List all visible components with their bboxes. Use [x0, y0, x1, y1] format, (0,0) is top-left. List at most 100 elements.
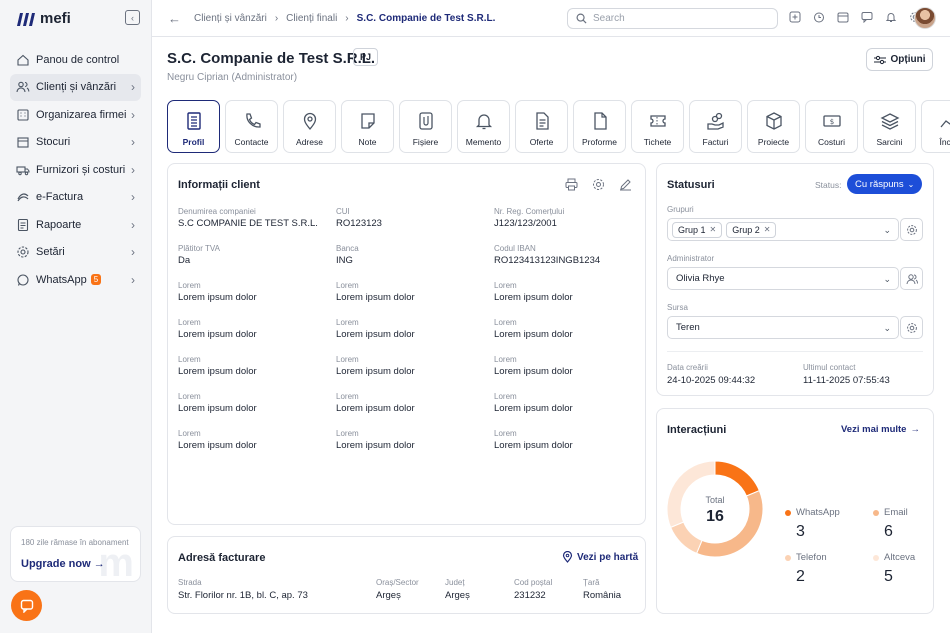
groups-select[interactable]: Grup 1 ✕ Grup 2 ✕ ⌄ [667, 218, 899, 241]
tab-offers[interactable]: Oferte [515, 100, 568, 153]
field-label: Lorem [336, 429, 359, 438]
tab-files[interactable]: Fișiere [399, 100, 452, 153]
tab-contacts[interactable]: Contacte [225, 100, 278, 153]
admin-users-button[interactable] [900, 267, 923, 290]
map-pin-icon [562, 551, 573, 563]
field-label: Plătitor TVA [178, 244, 220, 253]
edit-icon[interactable] [619, 178, 632, 194]
tab-tickets[interactable]: Tichete [631, 100, 684, 153]
tab-tasks[interactable]: Sarcini [863, 100, 916, 153]
field-label: Lorem [336, 281, 359, 290]
statuses-card: Statusuri Status: Cu răspuns ⌄ Grupuri G… [656, 163, 934, 396]
donut-slice [714, 461, 760, 497]
sidebar-item-label: Panou de control [36, 53, 120, 66]
legend-label: WhatsApp [796, 507, 840, 518]
document-icon [184, 111, 204, 133]
created-value: 24-10-2025 09:44:32 [667, 375, 756, 386]
sidebar-item[interactable]: WhatsApp 5 › [10, 266, 141, 294]
view-more-link[interactable]: Vezi mai multe → [841, 424, 920, 435]
app-name: mefi [40, 10, 71, 27]
field-label: Lorem [336, 318, 359, 327]
legend-dot [785, 510, 791, 516]
legend-label: Altceva [884, 552, 916, 563]
billing-field-label: Oraș/Sector [376, 578, 419, 587]
tab-invoices[interactable]: Facturi [689, 100, 742, 153]
add-icon[interactable] [788, 10, 802, 24]
sidebar-item-label: Stocuri [36, 136, 71, 149]
tab-projects[interactable]: Proiecte [747, 100, 800, 153]
sidebar-item[interactable]: Stocuri › [10, 129, 141, 157]
legend-value: 2 [796, 568, 805, 585]
field-label: Lorem [494, 429, 517, 438]
timer-icon[interactable] [812, 10, 826, 24]
chart-icon [938, 111, 950, 133]
collapse-sidebar-icon[interactable]: ‹ [125, 10, 140, 25]
upgrade-now-link[interactable]: Upgrade now → [21, 558, 105, 570]
sidebar-item[interactable]: e-Factura › [10, 184, 141, 212]
sidebar-item[interactable]: Setări › [10, 239, 141, 267]
tab-label: Memento [465, 137, 502, 147]
sidebar-item-label: Furnizori și costuri [36, 163, 126, 176]
status-dropdown[interactable]: Cu răspuns ⌄ [847, 174, 923, 194]
print-icon[interactable] [565, 178, 578, 194]
chat-button[interactable] [11, 590, 42, 621]
group-chip[interactable]: Grup 2 ✕ [726, 221, 777, 238]
tab-label: Adrese [296, 137, 323, 147]
chevron-right-icon: › [131, 80, 135, 95]
field-label: CUI [336, 207, 350, 216]
search-input[interactable]: Search [567, 8, 778, 29]
sidebar-item[interactable]: Furnizori și costuri › [10, 156, 141, 184]
truck-icon [16, 163, 30, 177]
tab-costs[interactable]: $ Costuri [805, 100, 858, 153]
field-value: Lorem ipsum dolor [336, 329, 415, 340]
field-label: Lorem [178, 392, 201, 401]
field-label: Lorem [336, 355, 359, 364]
user-avatar[interactable] [914, 7, 936, 29]
messages-icon[interactable] [860, 10, 874, 24]
mefi-logo-icon [17, 12, 35, 26]
legend-label: Telefon [796, 552, 827, 563]
field-label: Lorem [178, 355, 201, 364]
sidebar-item[interactable]: Organizarea firmei › [10, 101, 141, 129]
source-select[interactable]: Teren ⌄ [667, 316, 899, 339]
groups-settings-button[interactable] [900, 218, 923, 241]
field-value: RO123413123INGB1234 [494, 255, 601, 266]
tab-label: Proiecte [757, 137, 790, 147]
app-logo[interactable]: mefi [16, 10, 71, 27]
settings-icon[interactable] [592, 178, 605, 194]
breadcrumb-item[interactable]: Clienți finali [286, 13, 337, 24]
breadcrumb-item[interactable]: Clienți și vânzări [194, 13, 267, 24]
chevron-right-icon: › [131, 162, 135, 177]
sidebar-item[interactable]: Rapoarte › [10, 211, 141, 239]
sidebar-item[interactable]: Clienți și vânzări › [10, 73, 141, 101]
gear-icon [906, 322, 917, 333]
admin-label: Administrator [667, 254, 715, 263]
tab-profile[interactable]: Profil [167, 100, 220, 153]
sidebar-item[interactable]: Panou de control [10, 46, 141, 74]
field-value: J123/123/2001 [494, 218, 557, 229]
calendar-icon[interactable] [836, 10, 850, 24]
back-arrow-icon[interactable]: ← [168, 11, 181, 26]
options-button[interactable]: Opțiuni [866, 48, 933, 71]
tab-notes[interactable]: Note [341, 100, 394, 153]
view-on-map-link[interactable]: Vezi pe hartă [562, 551, 638, 563]
tab-proforma[interactable]: Proforme [573, 100, 626, 153]
tab-reminder[interactable]: Memento [457, 100, 510, 153]
close-icon[interactable]: ✕ [710, 225, 717, 234]
admin-select[interactable]: Olivia Rhye ⌄ [667, 267, 899, 290]
group-chip[interactable]: Grup 1 ✕ [672, 221, 723, 238]
tab-label: Sarcini [876, 137, 903, 147]
svg-text:$: $ [829, 118, 833, 126]
chevron-down-icon: ⌄ [883, 274, 891, 284]
field-label: Lorem [178, 429, 201, 438]
breadcrumb-separator-icon: › [345, 13, 349, 24]
tab-addresses[interactable]: Adrese [283, 100, 336, 153]
source-settings-button[interactable] [900, 316, 923, 339]
tab-more[interactable]: Înca [921, 100, 950, 153]
close-icon[interactable]: ✕ [764, 225, 771, 234]
sidebar-item-label: Clienți și vânzări [36, 81, 117, 94]
donut-total-label: Total [705, 495, 725, 505]
home-icon [16, 53, 30, 67]
tab-label: Oferte [529, 137, 554, 147]
bell-icon[interactable] [884, 10, 898, 24]
